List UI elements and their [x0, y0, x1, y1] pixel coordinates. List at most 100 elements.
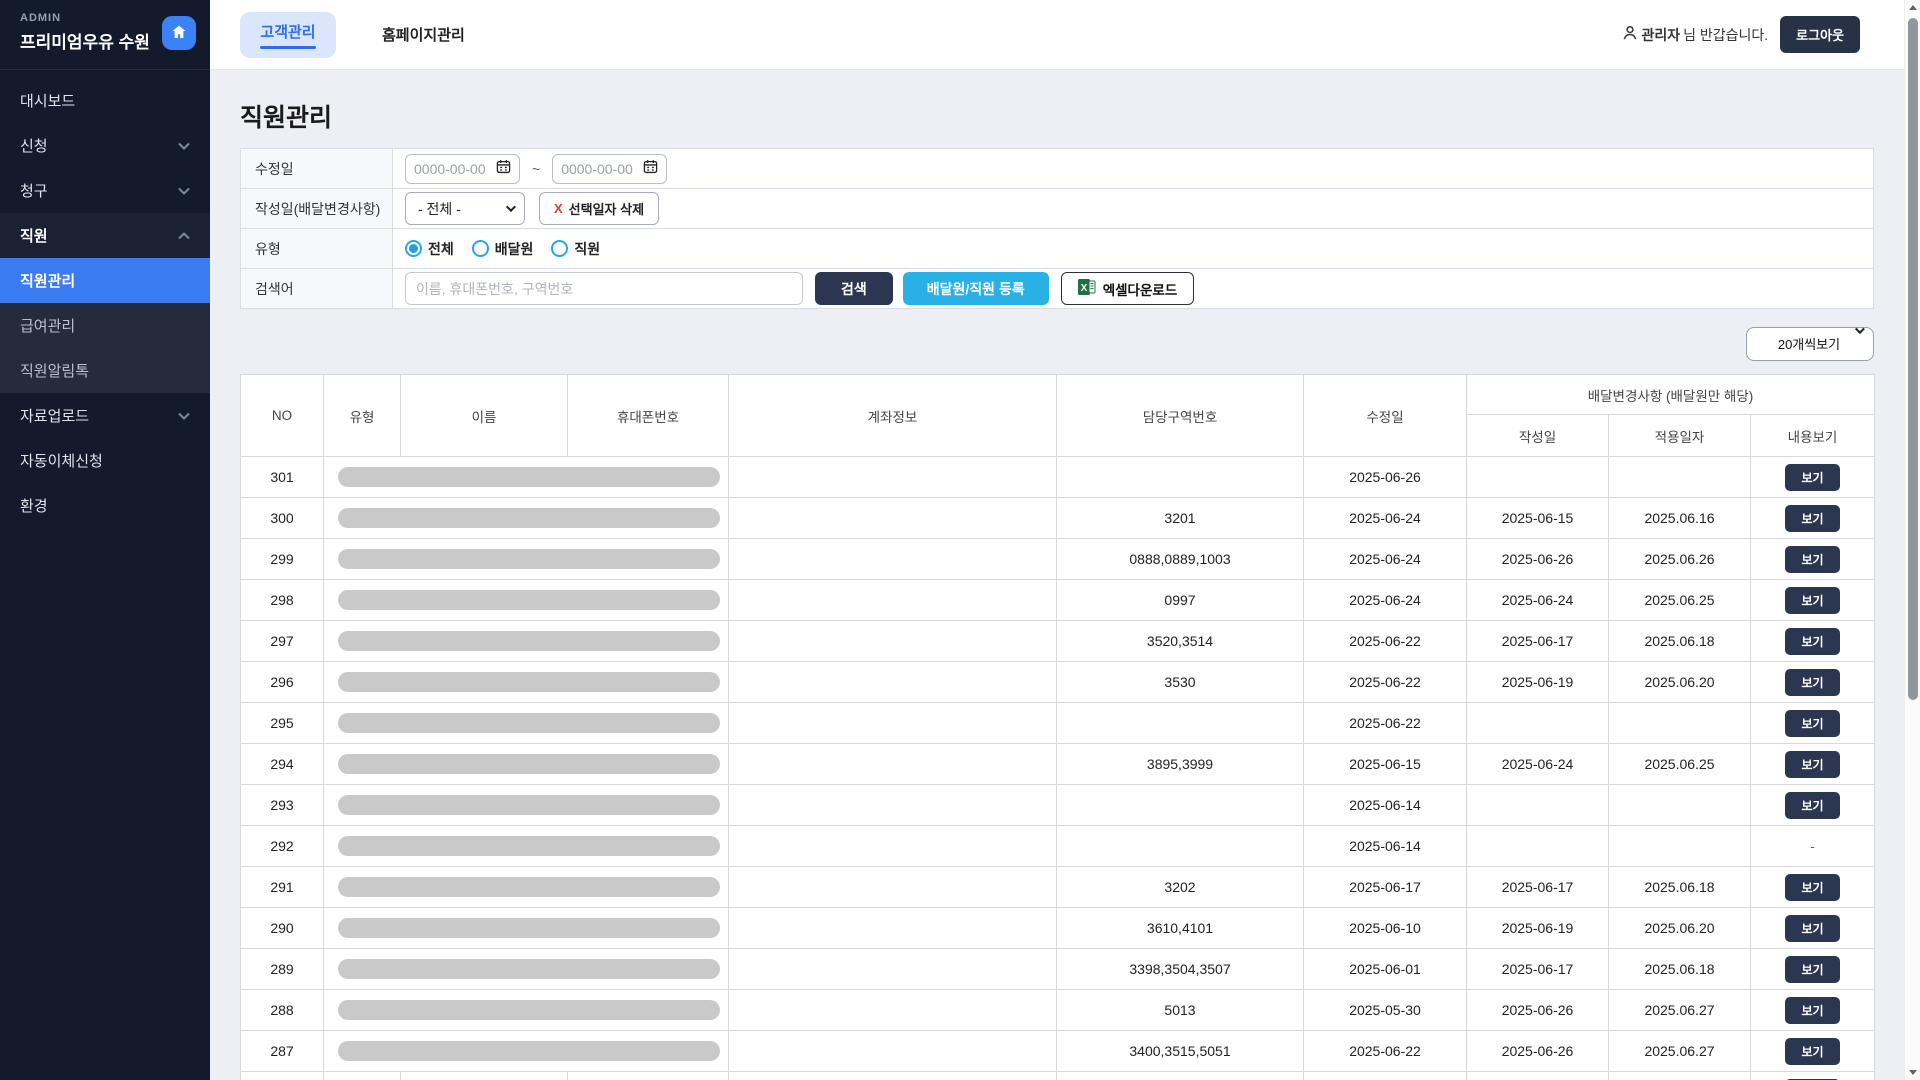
delete-selected-date-button[interactable]: X 선택일자 삭제: [539, 192, 659, 225]
chevron-down-icon: [178, 407, 190, 424]
tab-customer-management[interactable]: 고객관리: [240, 12, 336, 58]
greeting-suffix: 님 반갑습니다.: [1683, 25, 1768, 45]
top-tabs: 고객관리 홈페이지관리: [240, 12, 485, 58]
sidebar-item-data-upload[interactable]: 자료업로드: [0, 393, 210, 438]
home-icon: [170, 23, 188, 44]
filter-value-type: 전체 배달원 직원: [393, 229, 1874, 269]
page-size-select[interactable]: 20개씩보기: [1746, 327, 1874, 361]
excel-icon: X: [1078, 278, 1096, 299]
search-input[interactable]: [405, 272, 803, 305]
written-date-select[interactable]: - 전체 -: [405, 192, 525, 225]
view-button[interactable]: 보기: [1785, 628, 1839, 655]
view-button[interactable]: 보기: [1785, 956, 1839, 983]
redacted-personal-info: [338, 590, 720, 610]
calendar-icon[interactable]: [643, 159, 658, 179]
redacted-personal-info: [338, 1041, 720, 1061]
chevron-up-icon: [178, 227, 190, 244]
view-button[interactable]: 보기: [1785, 997, 1839, 1024]
redacted-personal-info: [338, 508, 720, 528]
sidebar-item-label: 직원알림톡: [20, 360, 89, 381]
pager-row: 20개씩보기: [240, 327, 1874, 361]
radio-type-delivery[interactable]: 배달원: [472, 239, 534, 259]
content-area: 직원관리 수정일 ~: [210, 70, 1920, 1080]
col-view: 내용보기: [1751, 415, 1875, 457]
sidebar-item-staff-management[interactable]: 직원관리: [0, 258, 210, 303]
table-row: 29635302025-06-222025-06-192025.06.20보기: [241, 662, 1875, 703]
view-button[interactable]: 보기: [1785, 1038, 1839, 1065]
sidebar-item-staff-alimtalk[interactable]: 직원알림톡: [0, 348, 210, 393]
scroll-up-arrow[interactable]: [1909, 5, 1917, 10]
sidebar-item-payroll[interactable]: 급여관리: [0, 303, 210, 348]
table-row-partial: 286배달원김유주010-7025-50520444,0305,10132025…: [241, 1072, 1875, 1080]
col-modified: 수정일: [1304, 375, 1467, 457]
sidebar-item-label: 신청: [20, 135, 48, 156]
excel-download-button[interactable]: X 엑셀다운로드: [1061, 272, 1195, 305]
table-row: 2943895,39992025-06-152025-06-242025.06.…: [241, 744, 1875, 785]
redacted-personal-info: [338, 795, 720, 815]
view-button[interactable]: 보기: [1785, 874, 1839, 901]
view-button[interactable]: 보기: [1785, 751, 1839, 778]
sidebar: ADMIN 프리미엄우유 수원 대시보드 신청 청구 직원: [0, 0, 210, 1080]
view-button[interactable]: 보기: [1785, 464, 1839, 491]
scrollbar-thumb[interactable]: [1908, 18, 1918, 700]
table-row: 30032012025-06-242025-06-152025.06.16보기: [241, 498, 1875, 539]
view-button[interactable]: 보기: [1785, 587, 1839, 614]
date-to-input[interactable]: [561, 161, 639, 177]
page-title: 직원관리: [240, 98, 1920, 134]
employee-table-header: NO 유형 이름 휴대폰번호 계좌정보 담당구역번호 수정일 배달변경사항 (배…: [241, 375, 1875, 457]
view-button[interactable]: 보기: [1785, 792, 1839, 819]
scroll-down-arrow[interactable]: [1909, 1070, 1917, 1075]
user-area: 관리자님 반갑습니다. 로그아웃: [1622, 16, 1860, 53]
sidebar-item-settings[interactable]: 환경: [0, 483, 210, 528]
calendar-icon[interactable]: [496, 159, 511, 179]
vertical-scrollbar[interactable]: [1904, 0, 1920, 1080]
sidebar-item-dashboard[interactable]: 대시보드: [0, 78, 210, 123]
written-date-select-wrap: - 전체 -: [405, 192, 525, 225]
col-no: NO: [241, 375, 324, 457]
redacted-personal-info: [338, 877, 720, 897]
view-button[interactable]: 보기: [1785, 710, 1839, 737]
radio-type-all[interactable]: 전체: [405, 239, 454, 259]
chevron-down-icon: [178, 137, 190, 154]
view-button[interactable]: 보기: [1785, 915, 1839, 942]
col-account: 계좌정보: [729, 375, 1057, 457]
date-from-box: [405, 154, 520, 184]
person-icon: [1622, 25, 1638, 44]
main-area: 고객관리 홈페이지관리 관리자님 반갑습니다. 로그아웃 직원관리: [210, 0, 1920, 1080]
radio-type-staff[interactable]: 직원: [551, 239, 600, 259]
delete-selected-date-label: 선택일자 삭제: [569, 199, 644, 218]
filter-label-type: 유형: [241, 229, 393, 269]
col-applied: 적용일자: [1609, 415, 1751, 457]
table-row: 2903610,41012025-06-102025-06-192025.06.…: [241, 908, 1875, 949]
table-row: 2952025-06-22보기: [241, 703, 1875, 744]
redacted-personal-info: [338, 467, 720, 487]
sidebar-item-label: 환경: [20, 495, 48, 516]
page-size-select-wrap: 20개씩보기: [1746, 327, 1874, 361]
search-button[interactable]: 검색: [815, 272, 893, 305]
logout-button[interactable]: 로그아웃: [1780, 16, 1860, 53]
home-button[interactable]: [162, 16, 196, 50]
svg-text:X: X: [1080, 283, 1087, 294]
col-phone: 휴대폰번호: [568, 375, 729, 457]
view-button[interactable]: 보기: [1785, 669, 1839, 696]
table-row: 29809972025-06-242025-06-242025.06.25보기: [241, 580, 1875, 621]
redacted-personal-info: [338, 549, 720, 569]
view-button[interactable]: 보기: [1785, 546, 1839, 573]
date-from-input[interactable]: [414, 161, 492, 177]
radio-label: 전체: [428, 239, 454, 259]
register-staff-button[interactable]: 배달원/직원 등록: [903, 272, 1049, 305]
table-row: 2873400,3515,50512025-06-222025-06-26202…: [241, 1031, 1875, 1072]
x-icon: X: [554, 201, 563, 216]
redacted-personal-info: [338, 959, 720, 979]
tab-homepage-management[interactable]: 홈페이지관리: [362, 15, 485, 54]
sidebar-item-billing[interactable]: 청구: [0, 168, 210, 213]
radio-label: 직원: [574, 239, 600, 259]
employee-table-body: 3012025-06-26보기30032012025-06-242025-06-…: [241, 457, 1875, 1080]
redacted-personal-info: [338, 631, 720, 651]
table-row: 2932025-06-14보기: [241, 785, 1875, 826]
sidebar-item-apply[interactable]: 신청: [0, 123, 210, 168]
date-to-box: [552, 154, 667, 184]
view-button[interactable]: 보기: [1785, 505, 1839, 532]
sidebar-item-autotransfer[interactable]: 자동이체신청: [0, 438, 210, 483]
sidebar-item-staff[interactable]: 직원: [0, 213, 210, 258]
